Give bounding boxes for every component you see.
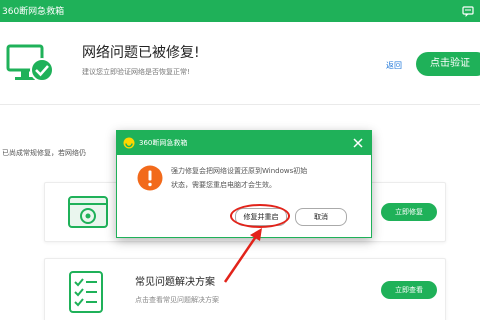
annotation-arrow [223,228,262,283]
app-window: 360断网急救箱 网络问题已被修复! 建议您立即验证网络是否恢复正常! 返回 点… [0,0,480,320]
